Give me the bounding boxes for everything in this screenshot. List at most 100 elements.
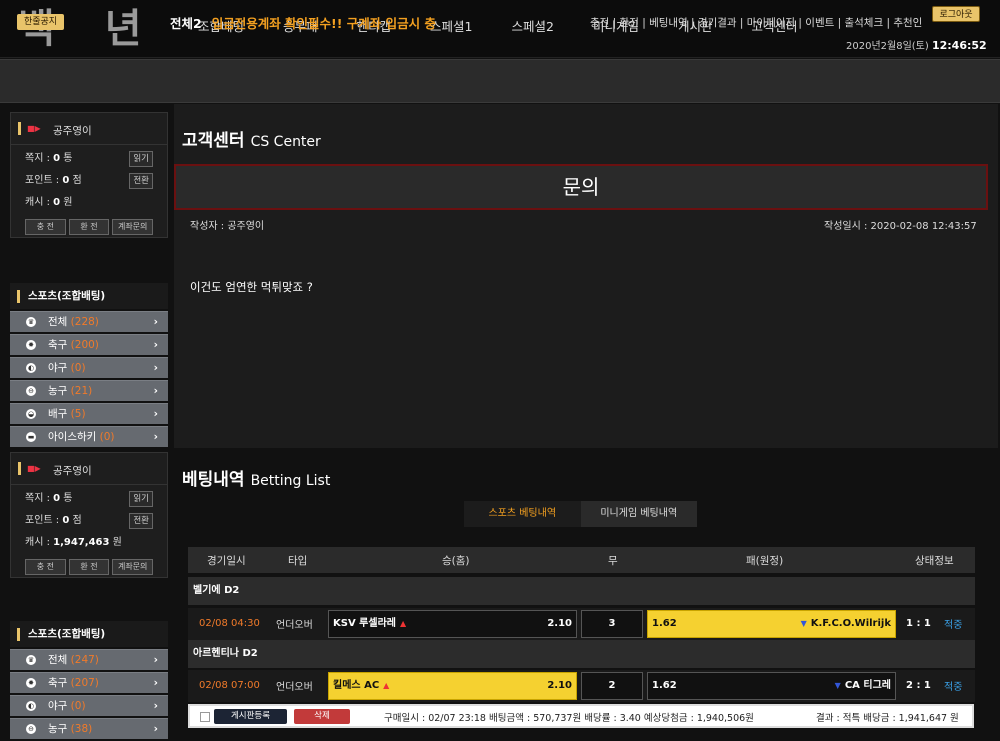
sport-item-basketball[interactable]: ⊖ 농구 (21) ›: [10, 380, 168, 401]
convert-button[interactable]: 전환: [129, 173, 153, 189]
notice-bar: [0, 59, 1000, 103]
account-buttons: 충 전 환 전 계좌문의: [11, 554, 167, 580]
away-team: K.F.C.O.Wilrijk: [810, 618, 891, 629]
baseball-icon: ◐: [26, 363, 36, 373]
post-author: 작성자 : 공주영이: [190, 221, 265, 232]
home-odds-cell: 킬메스 AC ▲ 2.10: [328, 672, 577, 700]
away-odds: 1.62: [652, 680, 677, 691]
chevron-right-icon: ›: [153, 654, 158, 666]
match-datetime: 02/08 04:30: [199, 618, 260, 629]
bet-summary: 게시판등록 삭제 구매일시 : 02/07 23:18 배팅금액 : 570,7…: [188, 704, 974, 728]
betting-tabs: 스포츠 베팅내역 미니게임 베팅내역: [464, 501, 697, 527]
chevron-right-icon: ›: [153, 431, 158, 443]
register-board-button[interactable]: 게시판등록: [214, 709, 287, 724]
away-odds: 1.62: [652, 618, 677, 629]
sport-item-baseball[interactable]: ◐ 야구 (0) ›: [10, 695, 168, 716]
user-panel-2: ■▶ 공주영이 쪽지 : 0 통 읽기 포인트 : 0 점 전환 캐시 : 1,94…: [10, 452, 168, 578]
delete-button[interactable]: 삭제: [294, 709, 350, 724]
quick-links[interactable]: 충전 | 환전 | 베팅내역 | 경기결과 | 마이페이지 | 이벤트 | 출석…: [590, 15, 922, 30]
betting-title: 베팅내역 Betting List: [182, 470, 331, 490]
table-header: 경기일시 타입 승(홈) 무 패(원정) 상태정보: [188, 547, 975, 573]
col-type: 타입: [288, 555, 308, 567]
clock-time: 12:46:52: [931, 39, 987, 52]
draw-cell: 3: [581, 610, 643, 638]
title-bar: [18, 462, 21, 475]
sport-item-soccer[interactable]: ✸ 축구 (207) ›: [10, 672, 168, 693]
volleyball-icon: ◒: [26, 409, 36, 419]
select-checkbox[interactable]: [200, 712, 210, 722]
withdraw-button[interactable]: 환 전: [68, 219, 110, 235]
sport-item-baseball[interactable]: ◐ 야구 (0) ›: [10, 357, 168, 378]
arrow-up-icon: ▲: [399, 619, 407, 628]
level-icon: ■▶: [27, 464, 41, 473]
match-score: 1 : 1: [906, 618, 931, 629]
sport-item-hockey[interactable]: ▬ 아이스하키 (0) ›: [10, 426, 168, 447]
deposit-button[interactable]: 충 전: [25, 559, 66, 575]
title-bar: [18, 122, 21, 135]
league-row: 벨기에 D2: [188, 577, 975, 605]
sports-menu-2: 스포츠(조합배팅) ♛ 전체 (247) › ✸ 축구 (207) › ◐ 야구 (0) ›…: [10, 621, 168, 741]
cash-row: 캐시 : 0 원: [25, 197, 73, 208]
sport-item-basketball[interactable]: ⊖ 농구 (38) ›: [10, 718, 168, 739]
notice-ticker: 전체2 입금전용계좌 확인필수!! 구계좌 입금시 충: [170, 13, 466, 32]
cs-title: 고객센터 CS Center: [182, 131, 321, 151]
bet-status: 적중: [944, 682, 963, 693]
account-buttons: 충 전 환 전 계좌문의: [11, 214, 167, 240]
sports-title: 스포츠(조합배팅): [10, 283, 168, 309]
league-row: 아르헨티나 D2: [188, 640, 975, 668]
chevron-right-icon: ›: [153, 677, 158, 689]
match-score: 2 : 1: [906, 680, 931, 691]
post-date: 작성일시 : 2020-02-08 12:43:57: [824, 221, 977, 232]
trophy-icon: ♛: [26, 655, 36, 665]
username: 공주영이: [53, 465, 92, 477]
read-button[interactable]: 읽기: [129, 151, 153, 167]
read-button[interactable]: 읽기: [129, 491, 153, 507]
sport-item-volleyball[interactable]: ◒ 배구 (5) ›: [10, 403, 168, 424]
account-inquiry-button[interactable]: 계좌문의: [112, 559, 154, 575]
sport-item-soccer[interactable]: ✸ 축구 (200) ›: [10, 334, 168, 355]
tab-minigame-bets[interactable]: 미니게임 베팅내역: [581, 501, 698, 527]
nav-special2[interactable]: 스페셜2: [512, 16, 554, 35]
user-panel-title: ■▶ 공주영이: [11, 113, 167, 145]
post-body: 이건도 엄연한 먹튀맞죠 ?: [190, 280, 313, 294]
user-panel: ■▶ 공주영이 쪽지 : 0 통 읽기 포인트 : 0 점 전환 캐시 : 0 원 …: [10, 112, 168, 238]
cash-row: 캐시 : 1,947,463 원: [25, 537, 122, 548]
sports-title: 스포츠(조합배팅): [10, 621, 168, 647]
bet-summary-text: 구매일시 : 02/07 23:18 배팅금액 : 570,737원 배당률 :…: [384, 713, 754, 724]
draw-cell: 2: [581, 672, 643, 700]
sport-item-all[interactable]: ♛ 전체 (247) ›: [10, 649, 168, 670]
away-team: CA 티그레: [844, 680, 891, 691]
notice-lead: 전체2: [170, 16, 202, 31]
logout-button[interactable]: 로그아웃: [932, 6, 980, 22]
away-odds-cell: 1.62 ▼ K.F.C.O.Wilrijk: [647, 610, 896, 638]
col-status: 상태정보: [915, 555, 954, 567]
level-icon: ■▶: [27, 124, 41, 133]
sports-menu: 스포츠(조합배팅) ♛ 전체 (228) › ✸ 축구 (200) › ◐ 야구 (0) ›…: [10, 283, 168, 449]
point-row: 포인트 : 0 점 전환: [11, 170, 167, 192]
message-row: 쪽지 : 0 통 읽기: [11, 488, 167, 510]
chevron-right-icon: ›: [153, 316, 158, 328]
chevron-right-icon: ›: [153, 339, 158, 351]
home-odds-cell: KSV 루셀라레 ▲ 2.10: [328, 610, 577, 638]
chevron-right-icon: ›: [153, 700, 158, 712]
bet-result: 결과 : 적특 배당금 : 1,941,647 원: [816, 713, 959, 724]
soccer-icon: ✸: [26, 678, 36, 688]
cs-panel: [174, 104, 998, 448]
col-home: 승(홈): [442, 555, 470, 567]
notice-badge: 한줄공지: [17, 14, 64, 30]
sport-item-all[interactable]: ♛ 전체 (228) ›: [10, 311, 168, 332]
account-inquiry-button[interactable]: 계좌문의: [112, 219, 154, 235]
withdraw-button[interactable]: 환 전: [68, 559, 110, 575]
home-odds: 2.10: [547, 680, 572, 691]
notice-text: 입금전용계좌 확인필수!! 구계좌 입금시 충: [211, 16, 437, 31]
convert-button[interactable]: 전환: [129, 513, 153, 529]
bet-type: 언더오버: [276, 682, 313, 693]
deposit-button[interactable]: 충 전: [25, 219, 66, 235]
arrow-down-icon: ▼: [834, 681, 841, 690]
basketball-icon: ⊖: [26, 386, 36, 396]
bet-status: 적중: [944, 620, 963, 631]
inquiry-header: 문의: [174, 164, 988, 210]
tab-sports-bets[interactable]: 스포츠 베팅내역: [464, 501, 581, 527]
match-datetime: 02/08 07:00: [199, 680, 260, 691]
col-draw: 무: [608, 555, 618, 567]
